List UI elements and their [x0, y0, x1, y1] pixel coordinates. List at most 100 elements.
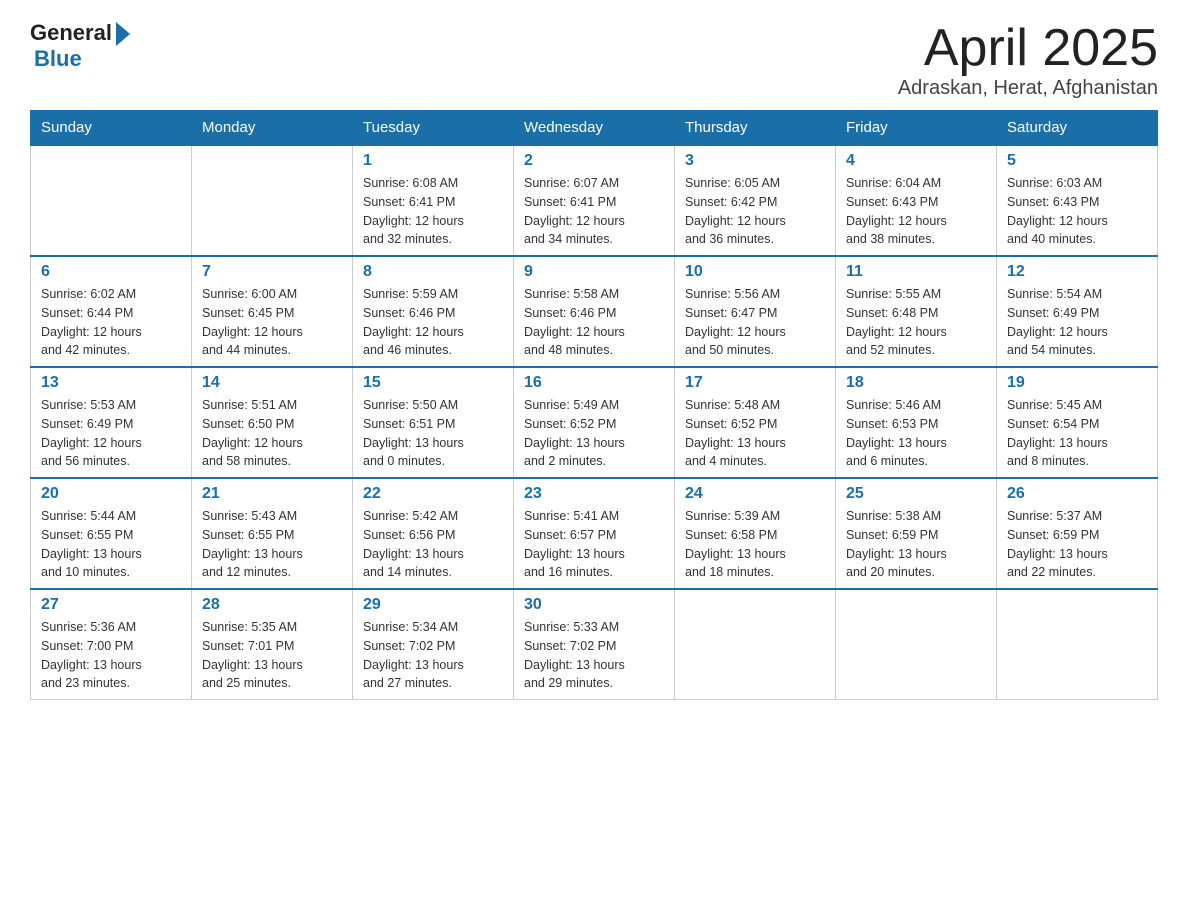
- calendar-cell: 28 Sunrise: 5:35 AM Sunset: 7:01 PM Dayli…: [192, 589, 353, 700]
- day-number: 16: [524, 374, 664, 392]
- day-number: 22: [363, 485, 503, 503]
- calendar-cell: 24 Sunrise: 5:39 AM Sunset: 6:58 PM Dayli…: [675, 478, 836, 589]
- calendar-day-header: Tuesday: [353, 111, 514, 146]
- page-subtitle: Adraskan, Herat, Afghanistan: [898, 77, 1158, 100]
- calendar-cell: 12Sunrise: 5:54 AM Sunset: 6:49 PM Dayli…: [997, 256, 1158, 367]
- day-number: 27: [41, 596, 181, 614]
- day-number: 25: [846, 485, 986, 503]
- day-number: 11: [846, 263, 986, 281]
- day-info: Sunrise: 5:46 AM Sunset: 6:53 PM Dayligh…: [846, 396, 986, 471]
- calendar-cell: 6 Sunrise: 6:02 AM Sunset: 6:44 PM Daylig…: [31, 256, 192, 367]
- day-info: Sunrise: 5:55 AM Sunset: 6:48 PM Dayligh…: [846, 285, 986, 360]
- day-info: Sunrise: 5:35 AM Sunset: 7:01 PM Dayligh…: [202, 618, 342, 693]
- day-info: Sunrise: 5:41 AM Sunset: 6:57 PM Dayligh…: [524, 507, 664, 582]
- day-info: Sunrise: 6:03 AM Sunset: 6:43 PM Dayligh…: [1007, 174, 1147, 249]
- calendar-cell: 22 Sunrise: 5:42 AM Sunset: 6:56 PM Dayli…: [353, 478, 514, 589]
- day-number: 10: [685, 263, 825, 281]
- calendar-day-header: Wednesday: [514, 111, 675, 146]
- calendar-day-header: Monday: [192, 111, 353, 146]
- logo-general-text: General: [30, 20, 112, 46]
- day-info: Sunrise: 5:43 AM Sunset: 6:55 PM Dayligh…: [202, 507, 342, 582]
- day-number: 9: [524, 263, 664, 281]
- calendar-cell: 5Sunrise: 6:03 AM Sunset: 6:43 PM Daylig…: [997, 145, 1158, 256]
- calendar-cell: 21 Sunrise: 5:43 AM Sunset: 6:55 PM Dayli…: [192, 478, 353, 589]
- calendar-cell: 8 Sunrise: 5:59 AM Sunset: 6:46 PM Daylig…: [353, 256, 514, 367]
- day-info: Sunrise: 5:48 AM Sunset: 6:52 PM Dayligh…: [685, 396, 825, 471]
- calendar-cell: 30Sunrise: 5:33 AM Sunset: 7:02 PM Dayli…: [514, 589, 675, 700]
- calendar-cell: [675, 589, 836, 700]
- day-number: 18: [846, 374, 986, 392]
- day-number: 17: [685, 374, 825, 392]
- day-number: 21: [202, 485, 342, 503]
- day-info: Sunrise: 5:59 AM Sunset: 6:46 PM Dayligh…: [363, 285, 503, 360]
- calendar-cell: 20 Sunrise: 5:44 AM Sunset: 6:55 PM Dayli…: [31, 478, 192, 589]
- calendar-cell: 13Sunrise: 5:53 AM Sunset: 6:49 PM Dayli…: [31, 367, 192, 478]
- day-number: 6: [41, 263, 181, 281]
- calendar-cell: 2 Sunrise: 6:07 AM Sunset: 6:41 PM Daylig…: [514, 145, 675, 256]
- day-number: 14: [202, 374, 342, 392]
- page-header: General Blue April 2025 Adraskan, Herat,…: [30, 20, 1158, 100]
- calendar-cell: 18 Sunrise: 5:46 AM Sunset: 6:53 PM Dayli…: [836, 367, 997, 478]
- day-number: 29: [363, 596, 503, 614]
- day-info: Sunrise: 5:51 AM Sunset: 6:50 PM Dayligh…: [202, 396, 342, 471]
- calendar-cell: 16 Sunrise: 5:49 AM Sunset: 6:52 PM Dayli…: [514, 367, 675, 478]
- calendar-cell: 15 Sunrise: 5:50 AM Sunset: 6:51 PM Dayli…: [353, 367, 514, 478]
- calendar-cell: 11 Sunrise: 5:55 AM Sunset: 6:48 PM Dayli…: [836, 256, 997, 367]
- day-info: Sunrise: 5:39 AM Sunset: 6:58 PM Dayligh…: [685, 507, 825, 582]
- calendar-day-header: Thursday: [675, 111, 836, 146]
- day-info: Sunrise: 6:00 AM Sunset: 6:45 PM Dayligh…: [202, 285, 342, 360]
- day-info: Sunrise: 5:58 AM Sunset: 6:46 PM Dayligh…: [524, 285, 664, 360]
- day-info: Sunrise: 5:42 AM Sunset: 6:56 PM Dayligh…: [363, 507, 503, 582]
- calendar-week-row: 20 Sunrise: 5:44 AM Sunset: 6:55 PM Dayli…: [31, 478, 1158, 589]
- day-number: 26: [1007, 485, 1147, 503]
- day-info: Sunrise: 5:56 AM Sunset: 6:47 PM Dayligh…: [685, 285, 825, 360]
- day-info: Sunrise: 6:04 AM Sunset: 6:43 PM Dayligh…: [846, 174, 986, 249]
- day-info: Sunrise: 5:50 AM Sunset: 6:51 PM Dayligh…: [363, 396, 503, 471]
- day-number: 23: [524, 485, 664, 503]
- logo: General Blue: [30, 20, 130, 72]
- calendar-cell: 1 Sunrise: 6:08 AM Sunset: 6:41 PM Daylig…: [353, 145, 514, 256]
- day-number: 13: [41, 374, 181, 392]
- page-title: April 2025: [898, 20, 1158, 77]
- calendar-cell: 26 Sunrise: 5:37 AM Sunset: 6:59 PM Dayli…: [997, 478, 1158, 589]
- day-number: 2: [524, 152, 664, 170]
- day-info: Sunrise: 5:34 AM Sunset: 7:02 PM Dayligh…: [363, 618, 503, 693]
- day-info: Sunrise: 5:38 AM Sunset: 6:59 PM Dayligh…: [846, 507, 986, 582]
- calendar-week-row: 27 Sunrise: 5:36 AM Sunset: 7:00 PM Dayli…: [31, 589, 1158, 700]
- day-info: Sunrise: 6:08 AM Sunset: 6:41 PM Dayligh…: [363, 174, 503, 249]
- day-info: Sunrise: 6:02 AM Sunset: 6:44 PM Dayligh…: [41, 285, 181, 360]
- title-section: April 2025 Adraskan, Herat, Afghanistan: [898, 20, 1158, 100]
- calendar-cell: 25 Sunrise: 5:38 AM Sunset: 6:59 PM Dayli…: [836, 478, 997, 589]
- calendar-day-header: Friday: [836, 111, 997, 146]
- day-number: 12: [1007, 263, 1147, 281]
- day-number: 30: [524, 596, 664, 614]
- calendar-cell: [997, 589, 1158, 700]
- calendar-header-row: SundayMondayTuesdayWednesdayThursdayFrid…: [31, 111, 1158, 146]
- calendar-cell: 4 Sunrise: 6:04 AM Sunset: 6:43 PM Daylig…: [836, 145, 997, 256]
- calendar-cell: 23 Sunrise: 5:41 AM Sunset: 6:57 PM Dayli…: [514, 478, 675, 589]
- day-number: 24: [685, 485, 825, 503]
- day-number: 28: [202, 596, 342, 614]
- day-number: 19: [1007, 374, 1147, 392]
- logo-arrow-icon: [116, 22, 130, 46]
- day-number: 15: [363, 374, 503, 392]
- day-info: Sunrise: 5:37 AM Sunset: 6:59 PM Dayligh…: [1007, 507, 1147, 582]
- calendar-cell: [836, 589, 997, 700]
- calendar-cell: [192, 145, 353, 256]
- day-info: Sunrise: 5:49 AM Sunset: 6:52 PM Dayligh…: [524, 396, 664, 471]
- calendar-cell: 14 Sunrise: 5:51 AM Sunset: 6:50 PM Dayli…: [192, 367, 353, 478]
- calendar-cell: 19Sunrise: 5:45 AM Sunset: 6:54 PM Dayli…: [997, 367, 1158, 478]
- calendar-week-row: 1 Sunrise: 6:08 AM Sunset: 6:41 PM Daylig…: [31, 145, 1158, 256]
- calendar-cell: [31, 145, 192, 256]
- day-number: 1: [363, 152, 503, 170]
- day-info: Sunrise: 5:44 AM Sunset: 6:55 PM Dayligh…: [41, 507, 181, 582]
- calendar-cell: 7Sunrise: 6:00 AM Sunset: 6:45 PM Daylig…: [192, 256, 353, 367]
- calendar-day-header: Sunday: [31, 111, 192, 146]
- day-info: Sunrise: 5:36 AM Sunset: 7:00 PM Dayligh…: [41, 618, 181, 693]
- calendar-table: SundayMondayTuesdayWednesdayThursdayFrid…: [30, 110, 1158, 700]
- day-number: 8: [363, 263, 503, 281]
- day-info: Sunrise: 6:07 AM Sunset: 6:41 PM Dayligh…: [524, 174, 664, 249]
- day-number: 4: [846, 152, 986, 170]
- calendar-cell: 3Sunrise: 6:05 AM Sunset: 6:42 PM Daylig…: [675, 145, 836, 256]
- day-number: 20: [41, 485, 181, 503]
